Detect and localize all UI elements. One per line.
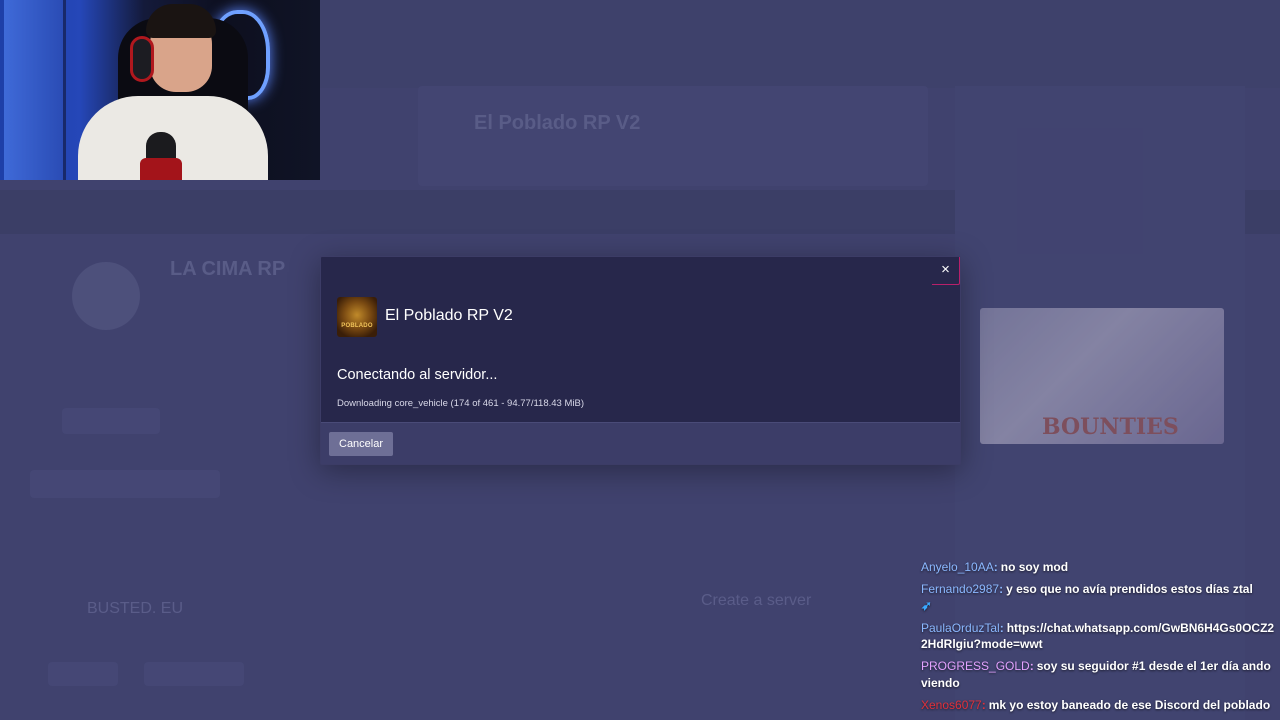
chat-text: y eso que no avía prendidos estos días z…	[1006, 582, 1253, 596]
server-logo-text: POBLADO	[341, 323, 373, 329]
dialog-footer: Cancelar	[321, 422, 960, 464]
webcam-headset	[130, 36, 154, 82]
chat-username: Xenos6077	[921, 697, 982, 712]
chat-separator: :	[999, 582, 1004, 596]
chat-text: mk yo estoy baneado de ese Discord del p…	[988, 697, 1271, 712]
chat-username: PROGRESS_GOLD	[921, 659, 1030, 673]
webcam-overlay	[0, 0, 320, 180]
chat-separator: :	[993, 560, 998, 574]
chat-username: Anyelo_10AA	[921, 560, 994, 574]
close-icon[interactable]: ×	[932, 257, 960, 285]
chat-message: PaulaOrduzTal: https://chat.whatsapp.com/…	[921, 620, 1276, 653]
chat-message: Anyelo_10AA: no soy mod	[921, 559, 1276, 576]
chat-separator: :	[999, 620, 1004, 635]
chat-overlay: Anyelo_10AA: no soy mod Fernando2987: y es…	[921, 559, 1276, 719]
rocket-emote-icon: ➶	[921, 597, 932, 613]
webcam-door	[4, 0, 66, 180]
webcam-microphone-base	[140, 158, 182, 180]
download-progress: Downloading core_vehicle (174 of 461 - 9…	[337, 398, 584, 409]
chat-separator: :	[981, 697, 986, 712]
connection-status: Conectando al servidor...	[337, 367, 498, 383]
webcam-person-hair	[146, 4, 216, 38]
chat-separator: :	[1029, 659, 1034, 673]
chat-username: Fernando2987	[921, 582, 1000, 596]
chat-message: Fernando2987: y eso que no avía prendidos…	[921, 581, 1276, 614]
server-logo: POBLADO	[337, 297, 377, 337]
cancel-button[interactable]: Cancelar	[329, 432, 394, 456]
server-name: El Poblado RP V2	[385, 307, 513, 324]
connecting-dialog: × POBLADO El Poblado RP V2 Conectando al…	[320, 256, 961, 465]
chat-username: PaulaOrduzTal	[921, 620, 1000, 635]
chat-message: PROGRESS_GOLD: soy su seguidor #1 desde e…	[921, 658, 1276, 691]
chat-message: Xenos6077: mk yo estoy baneado de ese Dis…	[921, 697, 1276, 714]
chat-text: no soy mod	[1000, 560, 1069, 574]
